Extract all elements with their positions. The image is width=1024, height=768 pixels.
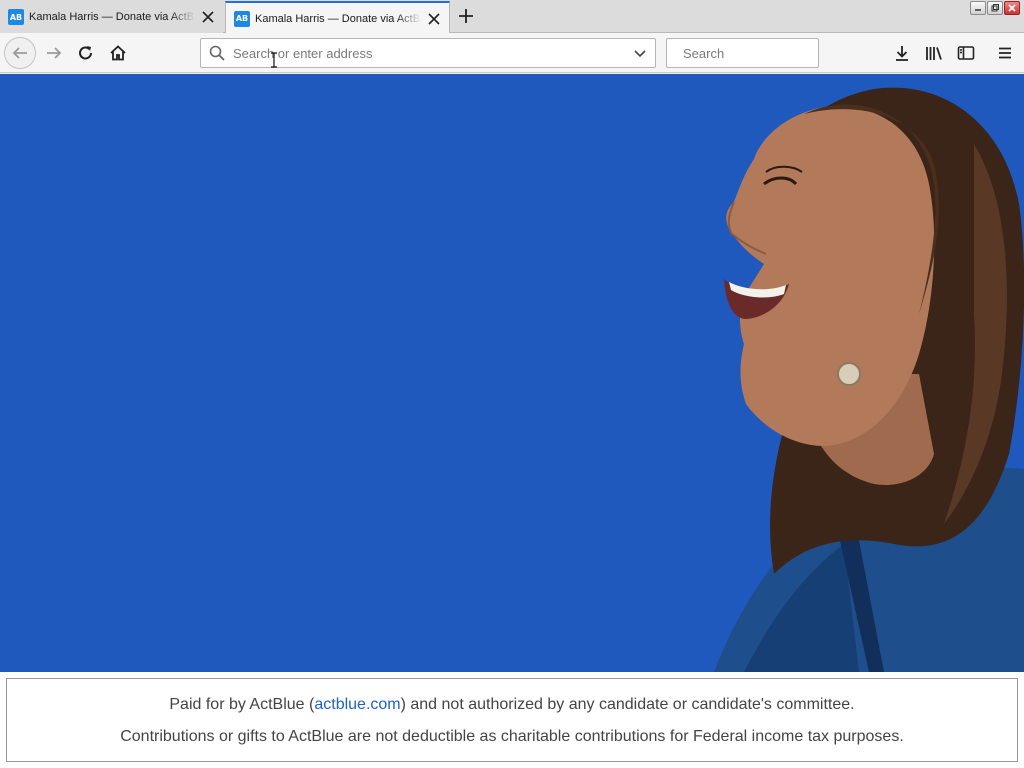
disclaimer-text: ) and not authorized by any candidate or… (400, 696, 855, 713)
back-arrow-icon (12, 47, 27, 59)
actblue-favicon-icon: AB (8, 9, 24, 25)
window-controls (970, 1, 1020, 15)
disclaimer-box: Paid for by ActBlue (actblue.com) and no… (6, 678, 1018, 762)
home-button[interactable] (102, 37, 134, 69)
new-tab-button[interactable] (454, 4, 478, 28)
disclaimer-line-2: Contributions or gifts to ActBlue are no… (120, 728, 904, 745)
tab-title: Kamala Harris — Donate via ActBlue (255, 12, 421, 25)
forward-button[interactable] (38, 37, 70, 69)
sidebar-icon (957, 46, 975, 60)
address-input[interactable] (233, 45, 633, 61)
page-content: Paid for by ActBlue (actblue.com) and no… (0, 74, 1024, 768)
tab-title: Kamala Harris — Donate via ActBlue (29, 11, 195, 23)
text-cursor-icon (271, 52, 277, 68)
disclaimer-line-1: Paid for by ActBlue (actblue.com) and no… (7, 689, 1017, 721)
address-bar[interactable] (200, 38, 656, 68)
sidebar-button[interactable] (954, 41, 978, 65)
restore-button[interactable] (987, 1, 1003, 15)
home-icon (110, 45, 126, 61)
minimize-button[interactable] (970, 1, 986, 15)
actblue-link[interactable]: actblue.com (314, 696, 400, 713)
close-icon[interactable] (425, 10, 443, 28)
disclaimer-text: Paid for by ActBlue ( (169, 696, 315, 713)
menu-button[interactable] (993, 41, 1017, 65)
library-icon (926, 47, 942, 60)
library-button[interactable] (922, 41, 946, 65)
download-icon (896, 46, 908, 61)
reload-button[interactable] (70, 37, 102, 69)
candidate-portrait-image (714, 87, 1024, 672)
nav-toolbar (0, 33, 1024, 73)
tab-active[interactable]: AB Kamala Harris — Donate via ActBlue (225, 1, 450, 34)
search-bar[interactable] (666, 38, 859, 68)
menu-icon (999, 47, 1011, 59)
tab-inactive[interactable]: AB Kamala Harris — Donate via ActBlue (0, 1, 223, 33)
downloads-button[interactable] (890, 41, 914, 65)
tab-strip: AB Kamala Harris — Donate via ActBlue AB… (0, 0, 1024, 34)
forward-arrow-icon (47, 47, 62, 59)
search-icon (209, 45, 225, 61)
close-icon[interactable] (199, 8, 217, 26)
dropdown-chevron-icon[interactable] (633, 46, 647, 60)
actblue-favicon-icon: AB (234, 10, 250, 27)
back-button[interactable] (4, 37, 36, 69)
window-close-button[interactable] (1004, 1, 1020, 15)
hero-banner (0, 74, 1024, 672)
plus-icon (459, 9, 473, 23)
reload-icon (79, 46, 92, 60)
search-input[interactable] (683, 45, 859, 61)
